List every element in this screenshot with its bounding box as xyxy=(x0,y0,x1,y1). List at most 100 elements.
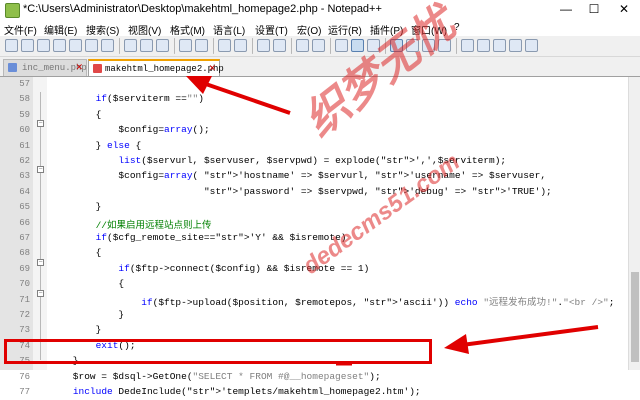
line-number: 62 xyxy=(19,156,30,166)
code-line[interactable]: 61 } else { xyxy=(0,139,628,154)
code-line[interactable]: 77 include DedeInclude("str">'templets/m… xyxy=(0,385,628,400)
line-number: 61 xyxy=(19,140,30,151)
menu-view[interactable]: 视图(V) xyxy=(128,22,161,37)
line-number: 63 xyxy=(19,171,30,182)
unsaved-file-icon xyxy=(93,64,102,73)
copy-icon[interactable] xyxy=(140,39,153,52)
menu-language[interactable]: 语言(L) xyxy=(213,22,245,37)
code-text: } xyxy=(50,201,102,213)
code-text: { xyxy=(50,108,102,120)
toolbar-separator xyxy=(174,38,175,54)
code-text: $config=array( "str">'hostname' => $serv… xyxy=(50,170,547,182)
tab-label: makehtml_homepage2.php xyxy=(105,64,224,74)
new-file-icon[interactable] xyxy=(5,39,18,52)
code-line[interactable]: 76 $row = $dsql->GetOne("SELECT * FROM #… xyxy=(0,370,628,385)
close-file-icon[interactable] xyxy=(69,39,82,52)
menu-settings[interactable]: 设置(T) xyxy=(255,22,288,37)
zoom-in-icon[interactable] xyxy=(257,39,270,52)
line-number: 77 xyxy=(19,387,30,397)
code-line[interactable]: 73 } xyxy=(0,323,628,338)
line-number: 71 xyxy=(19,294,30,305)
code-text: $config=array(); xyxy=(50,124,210,136)
line-number: 67 xyxy=(19,233,30,243)
open-file-icon[interactable] xyxy=(21,39,34,52)
cut-icon[interactable] xyxy=(124,39,137,52)
line-number: 59 xyxy=(19,109,30,120)
menu-edit[interactable]: 编辑(E) xyxy=(44,22,77,37)
code-text: { xyxy=(50,278,125,290)
menu-macro[interactable]: 宏(O) xyxy=(297,22,321,37)
redo-icon[interactable] xyxy=(195,39,208,52)
notepad-plus-plus-icon xyxy=(5,3,20,18)
line-number: 66 xyxy=(19,217,30,228)
tab-inc-menu[interactable]: inc_menu.php ✕ xyxy=(3,59,87,76)
code-text: } xyxy=(50,324,102,336)
file-tab-icon xyxy=(8,63,17,72)
title-bar: *C:\Users\Administrator\Desktop\makehtml… xyxy=(0,0,640,20)
tab-close-icon[interactable]: ✕ xyxy=(208,61,216,77)
code-line[interactable]: 66 //如果启用远程站点则上传 xyxy=(0,216,628,231)
zoom-out-icon[interactable] xyxy=(273,39,286,52)
line-number: 76 xyxy=(19,371,30,382)
code-text: $row = $dsql->GetOne("SELECT * FROM #@__… xyxy=(50,370,381,382)
toolbar-separator xyxy=(252,38,253,54)
toolbar-separator xyxy=(330,38,331,54)
code-text: if($serviterm =="") xyxy=(95,93,204,105)
find-icon[interactable] xyxy=(218,39,231,52)
maximize-button[interactable]: ☐ xyxy=(580,1,608,18)
sync-scroll-v-icon[interactable] xyxy=(296,39,309,52)
scrollbar-thumb[interactable] xyxy=(631,272,639,362)
sync-scroll-h-icon[interactable] xyxy=(312,39,325,52)
code-text: include DedeInclude("str">'templets/make… xyxy=(72,386,421,397)
line-number: 69 xyxy=(19,263,30,274)
menu-file[interactable]: 文件(F) xyxy=(4,22,37,37)
code-text: } else { xyxy=(50,139,142,151)
minimize-button[interactable]: — xyxy=(552,1,580,18)
undo-icon[interactable] xyxy=(179,39,192,52)
code-line[interactable]: 67 if($cfg_remote_site=="str">'Y' && $is… xyxy=(0,231,628,246)
code-text: //如果启用远程站点则上传 xyxy=(95,219,212,231)
menu-search[interactable]: 搜索(S) xyxy=(86,22,119,37)
code-line[interactable]: 64 "str">'password' => $servpwd, "str">'… xyxy=(0,185,628,200)
code-line[interactable]: 62 list($servurl, $servuser, $servpwd) =… xyxy=(0,154,628,169)
code-text: if($cfg_remote_site=="str">'Y' && $isrem… xyxy=(95,232,347,243)
save-macro-icon[interactable] xyxy=(525,39,538,52)
play-macro-icon[interactable] xyxy=(493,39,506,52)
paste-icon[interactable] xyxy=(156,39,169,52)
code-line[interactable]: 71 if($ftp->upload($position, $remotepos… xyxy=(0,293,628,308)
word-wrap-icon[interactable] xyxy=(335,39,348,52)
tab-makehtml-homepage2[interactable]: makehtml_homepage2.php ✕ xyxy=(88,59,224,77)
highlight-box xyxy=(4,339,432,364)
menu-run[interactable]: 运行(R) xyxy=(328,22,362,37)
toolbar-separator xyxy=(291,38,292,54)
code-text: "str">'password' => $servpwd, "str">'deb… xyxy=(203,185,552,197)
code-line[interactable]: 65 } xyxy=(0,200,628,215)
line-number: 57 xyxy=(19,79,30,89)
code-text: if($ftp->upload($position, $remotepos, "… xyxy=(141,296,615,308)
menu-format[interactable]: 格式(M) xyxy=(170,22,205,37)
tab-close-icon[interactable]: ✕ xyxy=(75,60,83,76)
save-icon[interactable] xyxy=(37,39,50,52)
close-button[interactable]: ✕ xyxy=(610,1,638,18)
line-number: 60 xyxy=(19,125,30,136)
code-line[interactable]: 72 } xyxy=(0,308,628,323)
line-number: 72 xyxy=(19,310,30,320)
line-number: 58 xyxy=(19,94,30,105)
vertical-scrollbar[interactable] xyxy=(628,77,640,370)
line-number: 70 xyxy=(19,279,30,290)
window-title: *C:\Users\Administrator\Desktop\makehtml… xyxy=(23,3,382,15)
run-macro-multiple-icon[interactable] xyxy=(509,39,522,52)
menu-bar: 文件(F) 编辑(E) 搜索(S) 视图(V) 格式(M) 语言(L) 设置(T… xyxy=(0,20,640,37)
code-text: { xyxy=(50,247,102,259)
code-line[interactable]: 63 $config=array( "str">'hostname' => $s… xyxy=(0,169,628,184)
code-text: } xyxy=(50,309,125,320)
print-icon[interactable] xyxy=(101,39,114,52)
line-number: 73 xyxy=(19,325,30,336)
toolbar xyxy=(0,36,640,57)
line-number: 65 xyxy=(19,202,30,213)
stop-macro-icon[interactable] xyxy=(477,39,490,52)
close-all-icon[interactable] xyxy=(85,39,98,52)
save-all-icon[interactable] xyxy=(53,39,66,52)
toolbar-separator xyxy=(213,38,214,54)
replace-icon[interactable] xyxy=(234,39,247,52)
